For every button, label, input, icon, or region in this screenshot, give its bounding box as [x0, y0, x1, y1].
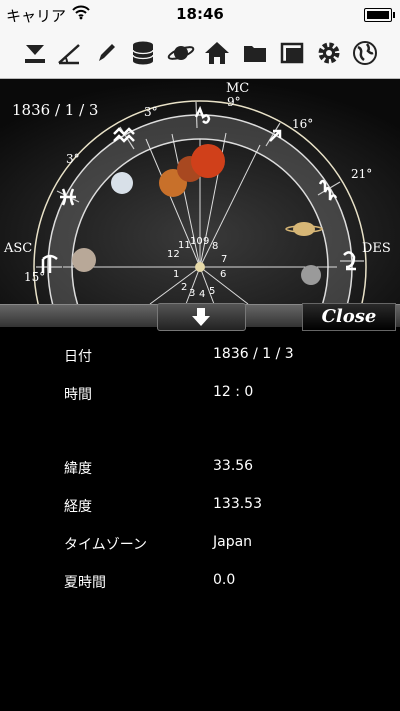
globe-icon: [353, 41, 377, 65]
degree-label: 21°: [351, 167, 373, 181]
download-icon: [25, 45, 45, 63]
angle-button[interactable]: [52, 36, 86, 70]
battery-icon: [364, 8, 395, 22]
folder-icon: [244, 46, 266, 62]
angle-icon: [58, 44, 80, 65]
detail-row-time: 時間 12 : 0: [0, 384, 400, 408]
house-number: 7: [221, 254, 228, 265]
home-button[interactable]: [200, 36, 234, 70]
globe-button[interactable]: [348, 36, 382, 70]
detail-value: 33.56: [213, 458, 254, 474]
house-number: 5: [209, 286, 216, 297]
detail-label: 夏時間: [64, 575, 106, 591]
planet-button[interactable]: [164, 36, 198, 70]
detail-value: 0.0: [213, 572, 236, 588]
degree-label: 3°: [144, 105, 158, 119]
database-icon: [132, 41, 154, 65]
detail-row-longitude: 経度 133.53: [0, 496, 400, 520]
detail-value: 12 : 0: [213, 384, 254, 400]
detail-row-dst: 夏時間 0.0: [0, 572, 400, 596]
gear-icon: [318, 42, 340, 64]
settings-button[interactable]: [312, 36, 346, 70]
house-number: 6: [220, 269, 227, 280]
pencil-icon: [99, 44, 115, 61]
mc-label: MC: [226, 81, 250, 96]
window-button[interactable]: [275, 36, 309, 70]
arrow-down-icon: [192, 308, 210, 326]
house-number: 12: [167, 249, 180, 260]
mc-degree: 9°: [227, 95, 241, 109]
house-number: 4: [199, 289, 206, 300]
detail-value: Japan: [213, 534, 253, 550]
window-icon: [280, 42, 304, 64]
house-number: 10: [190, 236, 203, 247]
detail-row-date: 日付 1836 / 1 / 3: [0, 346, 400, 370]
house-number: 3: [189, 288, 196, 299]
planet-icon: [167, 46, 195, 60]
download-button[interactable]: [18, 36, 52, 70]
folder-button[interactable]: [238, 36, 272, 70]
house-number: 9: [203, 236, 210, 247]
close-button[interactable]: Close: [302, 303, 396, 331]
house-number: 1: [173, 269, 180, 280]
horoscope-chart[interactable]: 1836 / 1 / 3 MC 9° 3° 3° 16° 21° 15° ASC…: [0, 79, 400, 304]
degree-label: 16°: [292, 117, 314, 131]
degree-label: 3°: [66, 152, 80, 166]
house-number: 2: [181, 282, 188, 293]
degree-label: 15°: [24, 270, 46, 284]
status-bar: キャリア 18:46: [0, 0, 400, 28]
edit-button[interactable]: [89, 36, 123, 70]
house-number: 8: [212, 241, 219, 252]
chart-date: 1836 / 1 / 3: [12, 101, 99, 119]
house-number: 11: [178, 240, 191, 251]
asc-label: ASC: [4, 241, 33, 256]
collapse-button[interactable]: [157, 303, 246, 331]
toolbar: [0, 28, 400, 79]
detail-label: タイムゾーン: [64, 537, 148, 553]
detail-label: 緯度: [64, 461, 92, 477]
detail-row-timezone: タイムゾーン Japan: [0, 534, 400, 558]
clock: 18:46: [176, 5, 224, 23]
detail-label: 経度: [64, 499, 92, 515]
home-icon: [205, 42, 229, 64]
detail-value: 133.53: [213, 496, 262, 512]
detail-value: 1836 / 1 / 3: [213, 346, 294, 362]
detail-label: 時間: [64, 387, 92, 403]
des-label: DES: [362, 241, 391, 256]
database-button[interactable]: [126, 36, 160, 70]
detail-row-latitude: 緯度 33.56: [0, 458, 400, 482]
detail-label: 日付: [64, 349, 92, 365]
